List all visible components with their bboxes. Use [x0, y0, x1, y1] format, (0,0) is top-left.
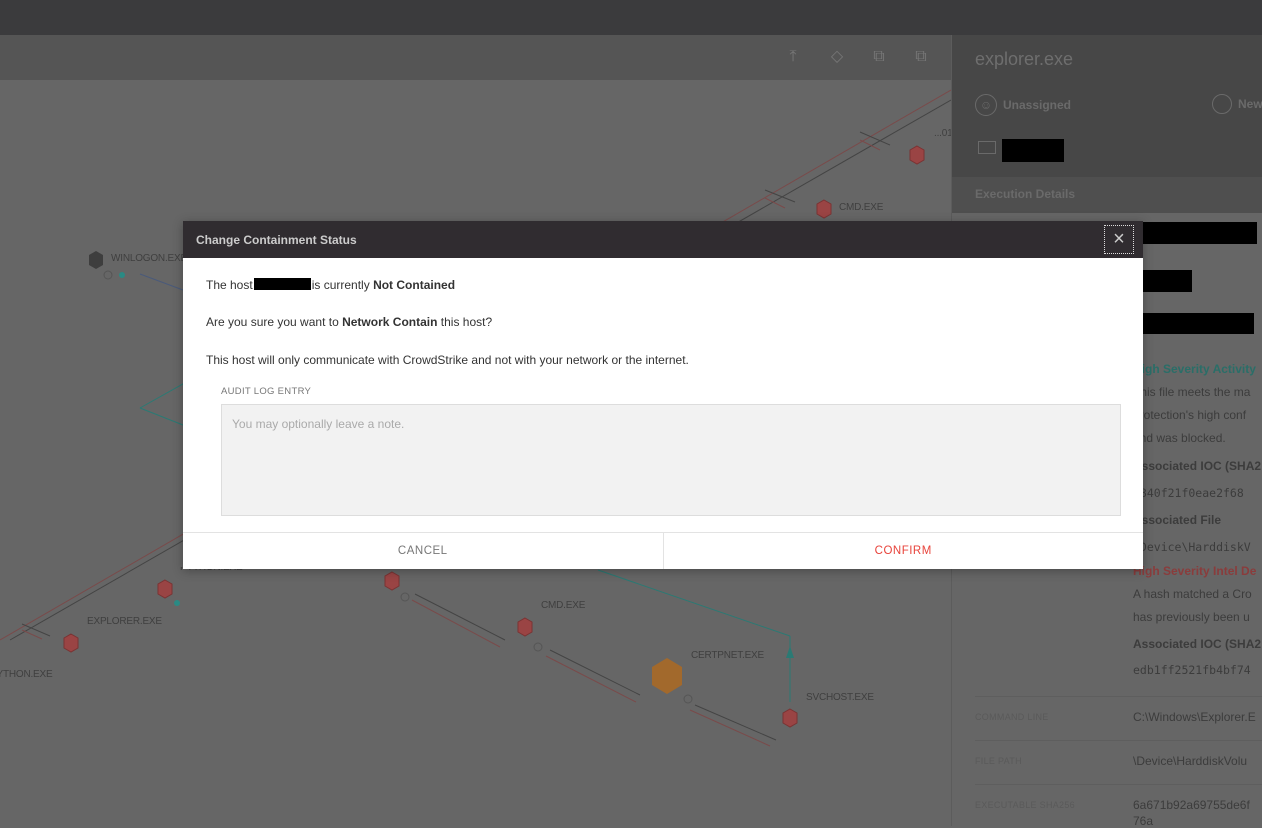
collapse-icon[interactable]: ⧉: [911, 47, 931, 67]
file-value: \Device\HarddiskV: [1133, 540, 1251, 554]
section-header: Execution Details: [952, 177, 1262, 213]
assignee-button[interactable]: ☺ Unassigned: [975, 94, 1071, 116]
cancel-button[interactable]: CANCEL: [183, 533, 664, 569]
dialog-title: Change Containment Status: [196, 233, 357, 247]
detection-title: High Severity Activity: [1133, 362, 1256, 376]
ioc-value: e840f21f0eae2f68: [1133, 486, 1244, 500]
divider: [975, 784, 1262, 785]
process-node: [517, 617, 533, 637]
dialog-footer: CANCEL CONFIRM: [183, 532, 1143, 569]
text: this host?: [440, 315, 493, 329]
file-label: Associated File: [1133, 513, 1222, 527]
panel-title: explorer.exe: [975, 49, 1074, 69]
field-label: FILE PATH: [975, 756, 1022, 766]
process-node: [157, 579, 173, 599]
audit-log-input[interactable]: [221, 404, 1121, 516]
process-node: [816, 199, 832, 219]
redacted-value: [1142, 222, 1257, 244]
export-icon[interactable]: ⤒: [783, 47, 803, 67]
process-node: [63, 633, 79, 653]
field-value: 6a671b92a69755de6f: [1133, 798, 1250, 812]
ioc-label: Associated IOC (SHA2: [1133, 459, 1262, 473]
field-value: C:\Windows\Explorer.E: [1133, 710, 1256, 724]
detection-text: has previously been u: [1133, 610, 1250, 624]
expand-icon[interactable]: ⧉: [869, 47, 889, 67]
status-button[interactable]: New: [1212, 94, 1262, 114]
detection-text: A hash matched a Cro: [1133, 587, 1252, 601]
node-label[interactable]: SVCHOST.EXE: [806, 692, 874, 703]
audit-log-label: AUDIT LOG ENTRY: [221, 386, 312, 397]
containment-status: Not Contained: [373, 278, 456, 292]
node-label[interactable]: PYTHON.EXE: [0, 669, 53, 680]
node-label[interactable]: WINLOGON.EXE: [111, 253, 187, 264]
close-icon: ×: [1113, 228, 1125, 250]
section-title: Execution Details: [975, 187, 1076, 201]
containment-dialog: Change Containment Status × The host is c…: [183, 221, 1143, 569]
field-value: \Device\HarddiskVolu: [1133, 754, 1248, 768]
close-button[interactable]: ×: [1104, 225, 1134, 254]
node-label[interactable]: EXPLORER.EXE: [87, 616, 162, 627]
host-status-line: The host is currently Not Contained: [206, 278, 455, 292]
process-node: [909, 145, 925, 165]
graph-toolbar: ⤒ ◇ ⧉ ⧉: [0, 35, 951, 80]
status-label: New: [1238, 97, 1262, 111]
user-icon: ☺: [975, 94, 997, 116]
node-label[interactable]: CMD.EXE: [839, 202, 883, 213]
detection-title: High Severity Intel De: [1133, 564, 1257, 578]
detection-text: This file meets the ma: [1133, 385, 1251, 399]
confirm-button[interactable]: CONFIRM: [664, 533, 1144, 569]
ioc-value: edb1ff2521fb4bf74: [1133, 663, 1251, 677]
status-icon: [1212, 94, 1232, 114]
divider: [975, 740, 1262, 741]
node-label[interactable]: CERTPNET.EXE: [691, 650, 764, 661]
confirm-question: Are you sure you want to Network Contain…: [206, 315, 492, 329]
top-bar: [0, 0, 1262, 35]
node-label[interactable]: CMD.EXE: [541, 600, 585, 611]
text: Are you sure you want to: [206, 315, 339, 329]
warning-text: This host will only communicate with Cro…: [206, 353, 689, 367]
dialog-header: Change Containment Status ×: [183, 221, 1143, 258]
redacted-value: [1142, 270, 1192, 292]
field-label: COMMAND LINE: [975, 712, 1049, 722]
layers-icon[interactable]: ◇: [822, 47, 852, 67]
redacted-hostname: [1002, 139, 1064, 162]
process-node: [384, 571, 400, 591]
ioc-label: Associated IOC (SHA2: [1133, 637, 1262, 651]
divider: [975, 696, 1262, 697]
detection-text: and was blocked.: [1133, 431, 1226, 445]
redacted-value: [1142, 313, 1254, 334]
process-node: [782, 708, 798, 728]
winlogon-node: [89, 251, 103, 269]
assignee-label: Unassigned: [1003, 98, 1072, 112]
certpnet-node: [652, 658, 682, 694]
field-label: EXECUTABLE SHA256: [975, 800, 1075, 810]
node-label[interactable]: ...01: [934, 128, 953, 139]
host-icon: [978, 141, 996, 154]
action-name: Network Contain: [342, 315, 438, 329]
text: is currently: [311, 278, 370, 292]
redacted-hostname: [253, 278, 311, 290]
detection-text: protection's high conf: [1133, 408, 1247, 422]
text: The host: [206, 278, 253, 292]
